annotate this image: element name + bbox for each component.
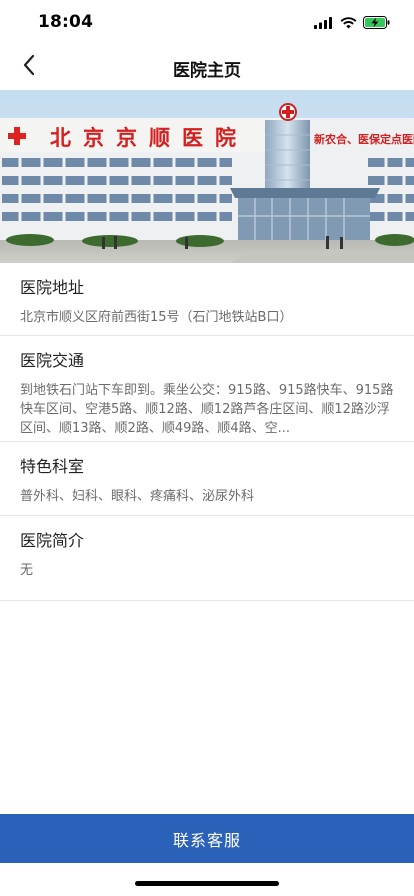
status-time: 18:04 xyxy=(38,12,94,32)
transport-text: 到地铁石门站下车即到。乘坐公交：915路、915路快车、915路快车区间、空港5… xyxy=(20,383,394,436)
battery-charging-icon xyxy=(363,14,390,33)
departments-section: 特色科室 普外科、妇科、眼科、疼痛科、泌尿外科 xyxy=(0,442,414,516)
address-text: 北京市顺义区府前西街15号（石门地铁站B口） xyxy=(20,310,293,325)
section-title: 医院交通 xyxy=(20,351,85,370)
banner-slogan: 新农合、医保定点医院 xyxy=(314,132,414,146)
transport-section: 医院交通 到地铁石门站下车即到。乘坐公交：915路、915路快车、915路快车区… xyxy=(0,336,414,442)
status-icons xyxy=(314,14,390,33)
status-bar: 18:04 xyxy=(0,0,414,44)
introduction-section: 医院简介 无 xyxy=(0,516,414,601)
address-section: 医院地址 北京市顺义区府前西街15号（石门地铁站B口） xyxy=(0,263,414,336)
hospital-home-screen: 18:04 医院主页 北京京顺医院 新农合、医保定点医院 医院地址 北京市顺义区… xyxy=(0,0,414,896)
departments-text: 普外科、妇科、眼科、疼痛科、泌尿外科 xyxy=(20,489,255,504)
section-title: 特色科室 xyxy=(20,457,85,476)
section-title: 医院简介 xyxy=(20,531,85,550)
section-title: 医院地址 xyxy=(20,278,85,297)
page-title: 医院主页 xyxy=(173,61,241,81)
banner-hospital-name: 北京京顺医院 xyxy=(50,126,248,150)
contact-support-button[interactable]: 联系客服 xyxy=(0,814,414,863)
nav-bar: 医院主页 xyxy=(0,44,414,90)
introduction-text: 无 xyxy=(20,563,34,578)
hospital-banner-image: 北京京顺医院 新农合、医保定点医院 xyxy=(0,90,414,263)
home-indicator xyxy=(135,881,279,886)
wifi-icon xyxy=(340,14,357,33)
hospital-info-list: 医院地址 北京市顺义区府前西街15号（石门地铁站B口） 医院交通 到地铁石门站下… xyxy=(0,263,414,601)
signal-icon xyxy=(314,14,334,33)
